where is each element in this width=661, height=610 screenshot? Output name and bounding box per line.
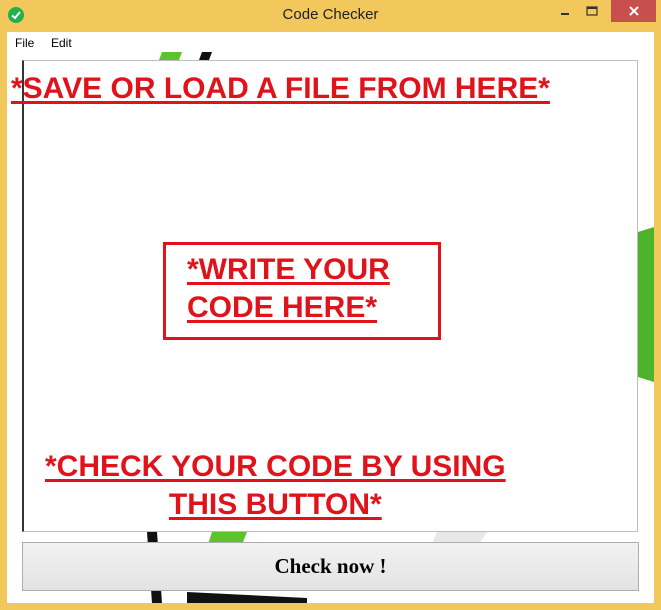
maximize-button[interactable] [578,0,606,22]
write-code-line-2: CODE HERE* [187,291,378,324]
title-bar[interactable]: Code Checker [0,0,661,32]
check-code-line-1: *CHECK YOUR CODE BY USING [45,450,506,483]
write-code-annotation: *WRITE YOUR CODE HERE* [187,251,390,327]
check-now-button[interactable]: Check now ! [22,542,639,591]
write-code-line-1: *WRITE YOUR [187,253,390,286]
maximize-icon [586,6,598,16]
app-window: Code Checker File Edit *SAVE OR LOAD A F… [0,0,661,610]
check-code-line-2: THIS BUTTON* [168,488,382,521]
minimize-button[interactable] [552,0,578,22]
check-code-annotation: *CHECK YOUR CODE BY USING THIS BUTTON* [45,448,506,524]
minimize-icon [561,13,569,15]
save-load-annotation: *SAVE OR LOAD A FILE FROM HERE* [11,72,550,105]
close-icon [628,6,639,16]
client-area: File Edit *SAVE OR LOAD A FILE FROM HERE… [7,32,654,603]
close-button[interactable] [611,0,656,22]
